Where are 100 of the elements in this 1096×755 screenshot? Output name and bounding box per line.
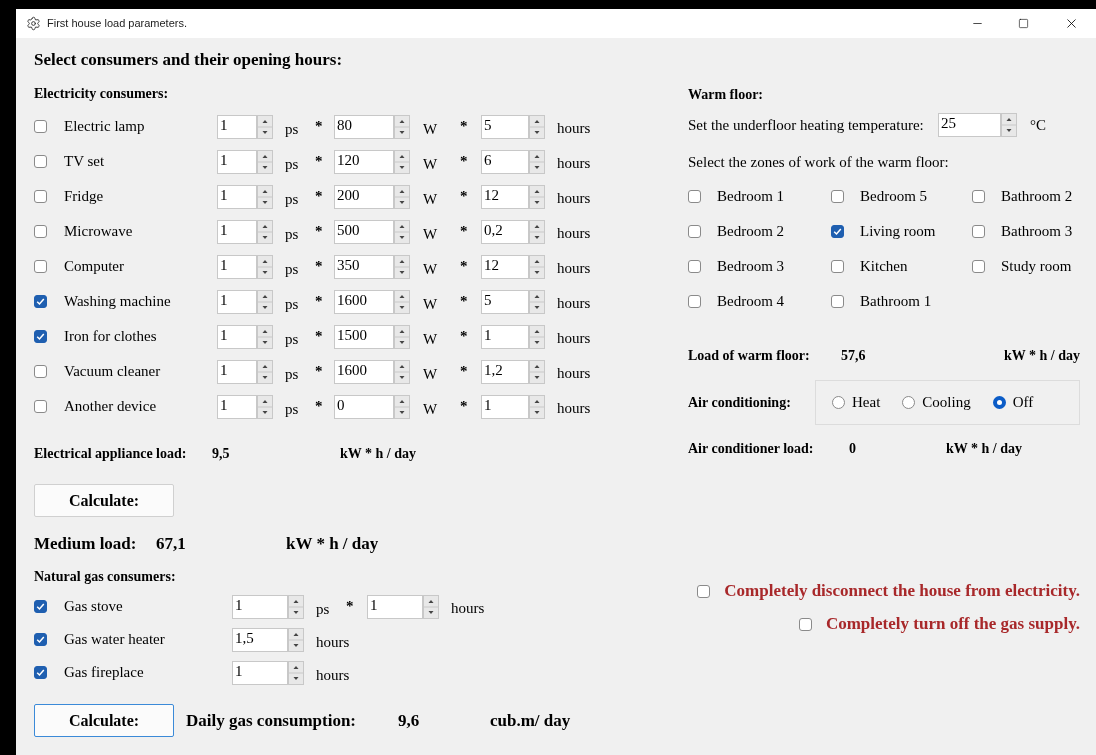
spinner-arrows-icon[interactable] <box>257 149 273 174</box>
spinner-arrows-icon[interactable] <box>394 149 410 174</box>
checkbox[interactable] <box>831 190 844 203</box>
unit-label: hours <box>557 365 591 382</box>
checkbox[interactable] <box>798 617 812 631</box>
number-field[interactable]: 1600 <box>334 289 394 314</box>
checkbox[interactable] <box>34 155 47 168</box>
number-field[interactable]: 5 <box>481 289 529 314</box>
checkbox[interactable] <box>34 295 47 308</box>
number-field[interactable]: 0,2 <box>481 219 529 244</box>
number-field[interactable]: 200 <box>334 184 394 209</box>
calculate-button[interactable]: Calculate: <box>34 704 174 737</box>
spinner-arrows-icon[interactable] <box>529 219 545 244</box>
spinner-arrows-icon[interactable] <box>288 594 304 619</box>
radio-button[interactable] <box>992 396 1006 409</box>
number-field[interactable]: 25 <box>938 113 1001 137</box>
number-field[interactable]: 1 <box>481 394 529 419</box>
checkbox[interactable] <box>688 190 701 203</box>
number-field[interactable]: 1,2 <box>481 359 529 384</box>
number-field[interactable]: 500 <box>334 219 394 244</box>
checkbox[interactable] <box>972 225 985 238</box>
spinner-arrows-icon[interactable] <box>257 184 273 209</box>
checkbox[interactable] <box>688 295 701 308</box>
checkbox[interactable] <box>972 260 985 273</box>
number-field[interactable]: 1 <box>217 324 257 349</box>
checkbox[interactable] <box>34 600 47 613</box>
spinner-arrows-icon[interactable] <box>394 324 410 349</box>
spinner-arrows-icon[interactable] <box>529 114 545 139</box>
checkbox[interactable] <box>831 260 844 273</box>
number-field[interactable]: 80 <box>334 114 394 139</box>
spinner-arrows-icon[interactable] <box>288 627 304 652</box>
checkbox[interactable] <box>34 190 47 203</box>
spinner-arrows-icon[interactable] <box>257 324 273 349</box>
checkbox[interactable] <box>688 225 701 238</box>
unit-label: ps <box>316 601 330 618</box>
zone-label: Living room <box>860 223 936 240</box>
number-field[interactable]: 1 <box>217 149 257 174</box>
spinner-arrows-icon[interactable] <box>257 289 273 314</box>
checkbox[interactable] <box>34 120 47 133</box>
spinner-arrows-icon[interactable] <box>529 289 545 314</box>
spinner-arrows-icon[interactable] <box>394 219 410 244</box>
spinner-arrows-icon[interactable] <box>394 359 410 384</box>
spinner-arrows-icon[interactable] <box>394 254 410 279</box>
radio-button[interactable] <box>832 396 845 409</box>
checkbox[interactable] <box>34 260 47 273</box>
checkbox[interactable] <box>972 190 985 203</box>
number-field[interactable]: 1 <box>217 359 257 384</box>
number-field[interactable]: 1 <box>367 594 423 619</box>
checkbox[interactable] <box>34 330 47 343</box>
number-field[interactable]: 6 <box>481 149 529 174</box>
radio-button[interactable] <box>902 396 916 409</box>
checkbox[interactable] <box>34 633 47 646</box>
number-field[interactable]: 1 <box>232 660 288 685</box>
number-field[interactable]: 1 <box>217 289 257 314</box>
spinner-arrows-icon[interactable] <box>257 254 273 279</box>
unit-label: ps <box>285 261 299 278</box>
multiply-sign: * <box>315 118 323 135</box>
spinner-arrows-icon[interactable] <box>394 394 410 419</box>
checkbox[interactable] <box>34 400 47 413</box>
spinner-arrows-icon[interactable] <box>423 594 439 619</box>
spinner-arrows-icon[interactable] <box>529 394 545 419</box>
checkbox[interactable] <box>688 260 701 273</box>
checkbox[interactable] <box>831 225 844 238</box>
spinner-arrows-icon[interactable] <box>257 394 273 419</box>
spinner-arrows-icon[interactable] <box>257 114 273 139</box>
spinner-arrows-icon[interactable] <box>288 660 304 685</box>
unit-label: ps <box>285 226 299 243</box>
spinner-arrows-icon[interactable] <box>394 114 410 139</box>
spinner-arrows-icon[interactable] <box>257 219 273 244</box>
spinner-arrows-icon[interactable] <box>529 359 545 384</box>
checkbox[interactable] <box>34 365 47 378</box>
number-field[interactable]: 120 <box>334 149 394 174</box>
spinner-arrows-icon[interactable] <box>394 184 410 209</box>
number-field[interactable]: 1 <box>217 114 257 139</box>
number-field[interactable]: 1500 <box>334 324 394 349</box>
checkbox[interactable] <box>34 666 47 679</box>
number-field[interactable]: 350 <box>334 254 394 279</box>
number-field[interactable]: 1,5 <box>232 627 288 652</box>
number-field[interactable]: 1 <box>481 324 529 349</box>
spinner-arrows-icon[interactable] <box>529 254 545 279</box>
number-field[interactable]: 12 <box>481 184 529 209</box>
number-field[interactable]: 1 <box>217 219 257 244</box>
checkbox[interactable] <box>831 295 844 308</box>
spinner-arrows-icon[interactable] <box>529 324 545 349</box>
number-field[interactable]: 1 <box>217 254 257 279</box>
calculate-button[interactable]: Calculate: <box>34 484 174 517</box>
spinner-arrows-icon[interactable] <box>1001 113 1017 137</box>
spinner-arrows-icon[interactable] <box>529 184 545 209</box>
number-field[interactable]: 1 <box>232 594 288 619</box>
number-field[interactable]: 1600 <box>334 359 394 384</box>
checkbox[interactable] <box>34 225 47 238</box>
spinner-arrows-icon[interactable] <box>257 359 273 384</box>
number-field[interactable]: 1 <box>217 394 257 419</box>
number-field[interactable]: 0 <box>334 394 394 419</box>
number-field[interactable]: 5 <box>481 114 529 139</box>
spinner-arrows-icon[interactable] <box>529 149 545 174</box>
spinner-arrows-icon[interactable] <box>394 289 410 314</box>
number-field[interactable]: 12 <box>481 254 529 279</box>
checkbox[interactable] <box>697 584 711 598</box>
number-field[interactable]: 1 <box>217 184 257 209</box>
